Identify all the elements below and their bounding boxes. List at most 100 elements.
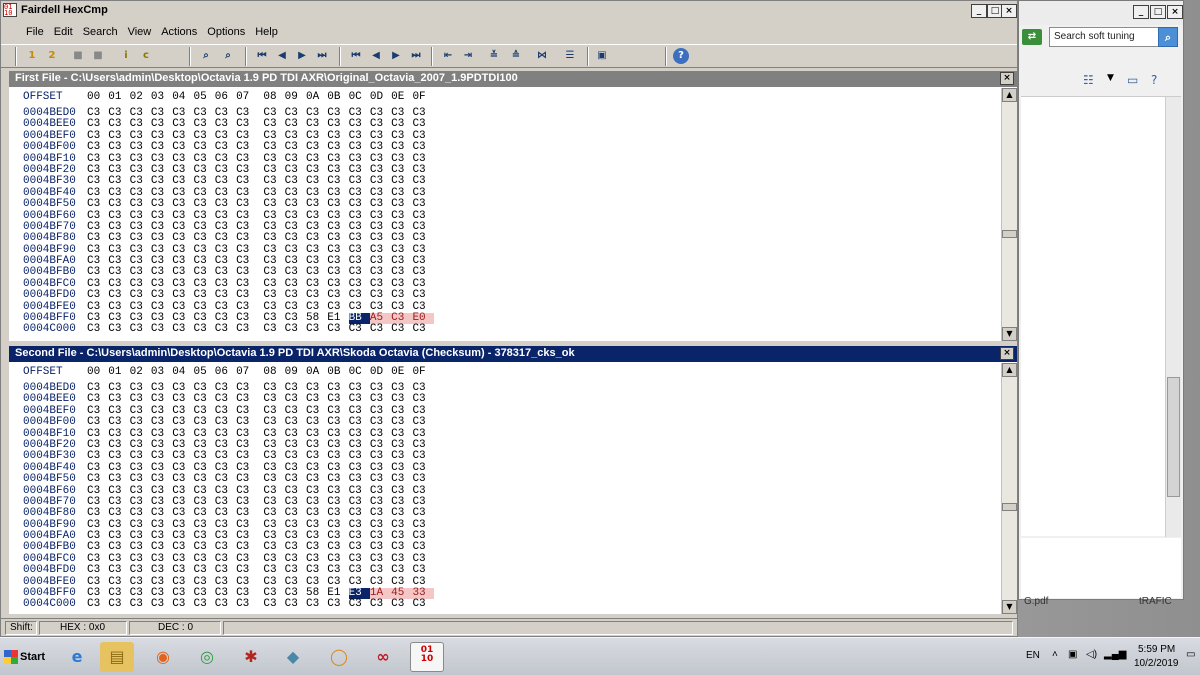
hex-row[interactable]: 0004BF80 C3 C3 C3 C3 C3 C3 C3 C3 C3 C3 C3 C3 C3 C3 C3 C3 [9, 507, 439, 519]
hex-byte[interactable]: C3 [236, 599, 257, 611]
info-first-icon[interactable]: i [117, 47, 135, 65]
hex-byte[interactable]: C3 [391, 198, 412, 210]
hex-byte[interactable]: C3 [130, 416, 151, 428]
view-options-icon[interactable]: ☷ [1083, 73, 1094, 87]
hex-byte[interactable]: C3 [236, 473, 257, 485]
close-icon[interactable]: × [1001, 4, 1017, 18]
clock-time[interactable]: 5:59 PM [1138, 644, 1175, 655]
hex-byte[interactable]: C3 [306, 507, 327, 519]
hex-byte[interactable]: C3 [412, 473, 433, 485]
hex-byte[interactable]: C3 [215, 324, 236, 336]
second-scrollbar[interactable]: ▲ ▼ [1001, 363, 1017, 614]
hex-byte[interactable]: C3 [108, 507, 129, 519]
hex-byte[interactable]: C3 [391, 599, 412, 611]
hex-byte[interactable]: C3 [130, 289, 151, 301]
help-icon[interactable]: ? [1151, 73, 1157, 87]
menu-file[interactable]: File [21, 23, 49, 41]
hex-byte[interactable]: C3 [172, 232, 193, 244]
hex-byte[interactable]: C3 [193, 416, 214, 428]
hex-row[interactable]: 0004C000 C3 C3 C3 C3 C3 C3 C3 C3 C3 C3 C3 C3 C3 C3 C3 C3 [9, 324, 439, 336]
hex-byte[interactable]: C3 [370, 507, 391, 519]
hex-byte[interactable]: C3 [108, 198, 129, 210]
last-difference-icon[interactable]: ⏭ [313, 47, 331, 65]
hex-byte[interactable]: C3 [306, 564, 327, 576]
hex-byte[interactable]: C3 [285, 324, 306, 336]
find-icon[interactable]: ⌕ [197, 47, 215, 65]
hex-byte[interactable]: C3 [391, 141, 412, 153]
hex-byte[interactable]: C3 [87, 232, 108, 244]
hex-byte[interactable]: C3 [391, 289, 412, 301]
hex-byte[interactable]: C3 [285, 232, 306, 244]
hex-byte[interactable]: C3 [108, 599, 129, 611]
hex-byte[interactable]: C3 [172, 416, 193, 428]
hex-byte[interactable]: C3 [87, 507, 108, 519]
hex-byte[interactable]: C3 [172, 507, 193, 519]
hex-byte[interactable]: C3 [327, 473, 348, 485]
hex-byte[interactable]: C3 [236, 507, 257, 519]
first-file-pane[interactable]: First File - C:\Users\admin\Desktop\Octa… [9, 71, 1017, 341]
hex-byte[interactable]: C3 [236, 324, 257, 336]
hex-byte[interactable]: C3 [327, 564, 348, 576]
hex-byte[interactable]: C3 [327, 198, 348, 210]
copy-down-icon[interactable]: ≙ [507, 47, 525, 65]
save-second-icon[interactable]: ■ [89, 47, 107, 65]
hex-byte[interactable]: C3 [391, 473, 412, 485]
hex-byte[interactable]: C3 [285, 507, 306, 519]
network-icon[interactable]: ▣ [1068, 649, 1077, 660]
hex-byte[interactable]: C3 [215, 599, 236, 611]
file-explorer-icon[interactable]: ▤ [100, 642, 134, 672]
hex-byte[interactable]: C3 [193, 473, 214, 485]
hex-byte[interactable]: C3 [370, 599, 391, 611]
hex-byte[interactable]: C3 [327, 289, 348, 301]
hex-byte[interactable]: C3 [412, 507, 433, 519]
hex-byte[interactable]: C3 [370, 232, 391, 244]
file-item[interactable]: tRAFIC [1139, 596, 1172, 607]
open-first-file-icon[interactable]: 1 [23, 47, 41, 65]
close-icon[interactable]: × [1000, 347, 1014, 360]
hex-byte[interactable]: C3 [391, 416, 412, 428]
first-scrollbar[interactable]: ▲ ▼ [1001, 88, 1017, 341]
hex-byte[interactable]: C3 [151, 141, 172, 153]
next-block-icon[interactable]: ▶ [387, 47, 405, 65]
menu-search[interactable]: Search [78, 23, 123, 41]
hex-byte[interactable]: C3 [412, 324, 433, 336]
menu-view[interactable]: View [123, 23, 157, 41]
hex-byte[interactable]: C3 [130, 599, 151, 611]
hex-byte[interactable]: C3 [215, 507, 236, 519]
hex-byte[interactable]: C3 [87, 141, 108, 153]
hex-byte[interactable]: C3 [236, 416, 257, 428]
hex-byte[interactable]: C3 [236, 564, 257, 576]
hex-byte[interactable]: C3 [370, 141, 391, 153]
hex-byte[interactable]: C3 [412, 564, 433, 576]
hex-byte[interactable]: C3 [236, 198, 257, 210]
second-file-pane[interactable]: Second File - C:\Users\admin\Desktop\Oct… [9, 346, 1017, 614]
hex-byte[interactable]: C3 [327, 141, 348, 153]
hex-byte[interactable]: C3 [370, 473, 391, 485]
hex-byte[interactable]: C3 [130, 141, 151, 153]
hex-row[interactable]: 0004BF80 C3 C3 C3 C3 C3 C3 C3 C3 C3 C3 C3 C3 C3 C3 C3 C3 [9, 232, 439, 244]
hex-byte[interactable]: C3 [306, 289, 327, 301]
refresh-arrows-icon[interactable]: ⇄ [1022, 29, 1042, 45]
hex-byte[interactable]: C3 [412, 416, 433, 428]
hex-byte[interactable]: C3 [236, 141, 257, 153]
firefox-icon[interactable]: ◉ [146, 642, 180, 672]
hex-byte[interactable]: C3 [172, 198, 193, 210]
hex-byte[interactable]: C3 [193, 507, 214, 519]
hex-byte[interactable]: C3 [215, 232, 236, 244]
hex-byte[interactable]: C3 [306, 324, 327, 336]
hex-byte[interactable]: C3 [215, 473, 236, 485]
hex-byte[interactable]: C3 [236, 232, 257, 244]
hex-byte[interactable]: C3 [151, 599, 172, 611]
minimize-icon[interactable]: _ [1133, 5, 1149, 19]
hex-row[interactable]: 0004BFD0 C3 C3 C3 C3 C3 C3 C3 C3 C3 C3 C3 C3 C3 C3 C3 C3 [9, 289, 439, 301]
hex-byte[interactable]: C3 [263, 141, 284, 153]
hex-byte[interactable]: C3 [87, 599, 108, 611]
report-icon[interactable]: ▣ [593, 47, 611, 65]
hex-byte[interactable]: C3 [215, 416, 236, 428]
start-button[interactable]: Start [2, 643, 46, 671]
hex-byte[interactable]: C3 [193, 198, 214, 210]
menu-actions[interactable]: Actions [156, 23, 202, 41]
notifications-icon[interactable]: ▭ [1186, 649, 1195, 660]
hex-byte[interactable]: C3 [172, 324, 193, 336]
hex-byte[interactable]: C3 [349, 232, 370, 244]
